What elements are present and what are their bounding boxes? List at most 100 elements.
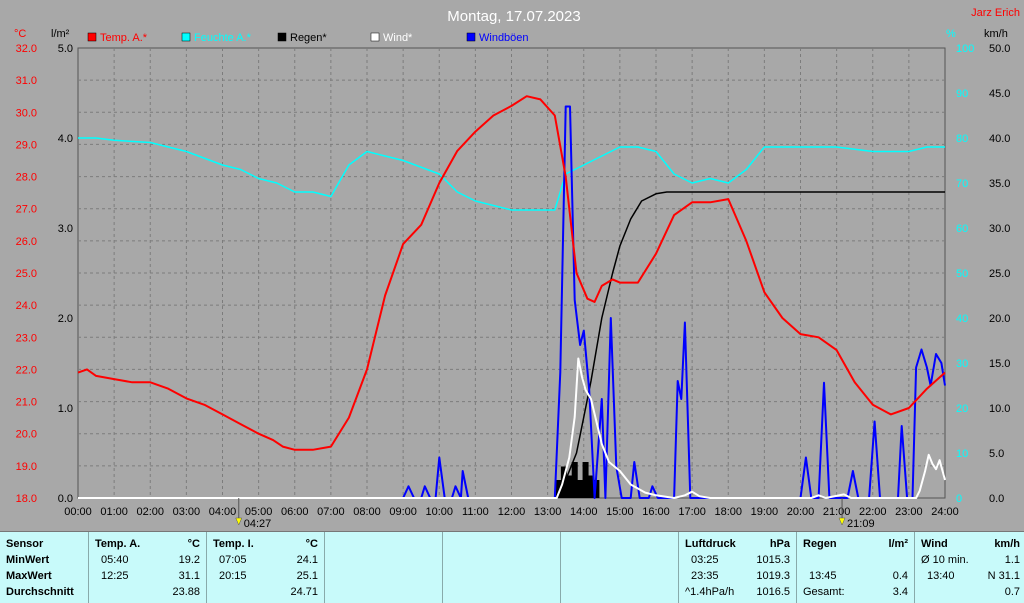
avg-label: Durchschnitt xyxy=(6,586,74,598)
humidity-tick-label: 0 xyxy=(956,493,962,505)
percent-unit-label: % xyxy=(946,28,956,40)
wind-max-time: 13:40 xyxy=(927,570,955,582)
legend-label: Feuchte A.* xyxy=(194,32,252,44)
rain-unit-label: l/m² xyxy=(51,28,70,40)
wind-column: Wind km/h Ø 10 min. 1.1 13:40 N 31.1 0.7 xyxy=(914,532,1024,603)
temp-a-header: Temp. A. xyxy=(95,538,141,550)
legend-swatch xyxy=(370,32,380,42)
temp-i-avg: 24.71 xyxy=(290,586,318,598)
legend-label: Windböen xyxy=(479,32,529,44)
time-tick-label: 06:00 xyxy=(281,506,309,518)
humidity-tick-label: 20 xyxy=(956,403,968,415)
wind-tick-label: 20.0 xyxy=(989,313,1010,325)
humidity-tick-label: 70 xyxy=(956,178,968,190)
time-tick-label: 02:00 xyxy=(136,506,164,518)
temp-tick-label: 20.0 xyxy=(16,429,37,441)
time-tick-label: 20:00 xyxy=(787,506,815,518)
pressure-unit: hPa xyxy=(769,538,790,550)
wind-tick-label: 50.0 xyxy=(989,43,1010,55)
time-tick-label: 11:00 xyxy=(462,506,489,518)
time-tick-label: 09:00 xyxy=(389,506,417,518)
rain-tick-label: 3.0 xyxy=(58,223,73,235)
wind-min-label: Ø 10 min. xyxy=(921,554,969,566)
sunrise-icon xyxy=(235,517,243,526)
legend-swatch xyxy=(181,32,191,42)
legend-swatch xyxy=(277,32,287,42)
time-tick-label: 14:00 xyxy=(570,506,598,518)
legend-label: Regen* xyxy=(290,32,327,44)
wind-max: N 31.1 xyxy=(987,570,1020,582)
wind-avg: 0.7 xyxy=(1004,586,1020,598)
chart-legend: Temp. A.* Feuchte A.* Regen* Wind* Windböen xyxy=(87,32,529,44)
humidity-tick-label: 30 xyxy=(956,358,968,370)
pressure-avg: 1016.5 xyxy=(756,586,790,598)
humidity-tick-label: 10 xyxy=(956,448,968,460)
rain-max: 0.4 xyxy=(892,570,908,582)
rain-tick-label: 0.0 xyxy=(58,493,73,505)
wind-unit: km/h xyxy=(994,538,1020,550)
wind-tick-label: 40.0 xyxy=(989,133,1010,145)
pressure-min-time: 03:25 xyxy=(691,554,719,566)
time-tick-label: 12:00 xyxy=(498,506,526,518)
rain-total-label: Gesamt: xyxy=(803,586,845,598)
time-tick-label: 17:00 xyxy=(678,506,706,518)
wind-tick-label: 45.0 xyxy=(989,88,1010,100)
humidity-tick-label: 90 xyxy=(956,88,968,100)
wind-tick-label: 35.0 xyxy=(989,178,1010,190)
temp-a-avg: 23.88 xyxy=(172,586,200,598)
empty-column-2 xyxy=(442,532,560,603)
temp-i-unit: °C xyxy=(305,538,318,550)
time-tick-label: 00:00 xyxy=(64,506,92,518)
empty-column-3 xyxy=(560,532,678,603)
wind-tick-label: 25.0 xyxy=(989,268,1010,280)
time-tick-label: 15:00 xyxy=(606,506,634,518)
sunset-time: 21:09 xyxy=(847,518,875,530)
min-label: MinWert xyxy=(6,554,50,566)
wind-tick-label: 5.0 xyxy=(989,448,1004,460)
wind-tick-label: 30.0 xyxy=(989,223,1010,235)
rain-tick-label: 2.0 xyxy=(58,313,73,325)
temp-tick-label: 23.0 xyxy=(16,332,37,344)
time-tick-label: 04:00 xyxy=(209,506,237,518)
temp-a-max-time: 12:25 xyxy=(101,570,129,582)
temp-i-max: 25.1 xyxy=(296,570,318,582)
rain-header: Regen xyxy=(803,538,837,550)
rain-max-time: 13:45 xyxy=(809,570,837,582)
sensor-header: Sensor xyxy=(6,538,44,550)
time-tick-label: 24:00 xyxy=(931,506,959,518)
temp-tick-label: 32.0 xyxy=(16,43,37,55)
time-tick-label: 07:00 xyxy=(317,506,345,518)
time-tick-label: 13:00 xyxy=(534,506,562,518)
temp-a-max: 31.1 xyxy=(178,570,200,582)
pressure-max: 1019.3 xyxy=(756,570,790,582)
temp-tick-label: 27.0 xyxy=(16,204,37,216)
temp-a-min: 19.2 xyxy=(178,554,200,566)
chart-title: Montag, 17.07.2023 xyxy=(447,8,580,25)
celsius-unit-label: °C xyxy=(14,28,26,40)
temp-tick-label: 25.0 xyxy=(16,268,37,280)
time-tick-label: 18:00 xyxy=(714,506,742,518)
rain-bar xyxy=(571,462,578,498)
time-tick-label: 03:00 xyxy=(173,506,201,518)
temp-i-min-time: 07:05 xyxy=(219,554,247,566)
temp-tick-label: 22.0 xyxy=(16,364,37,376)
time-tick-label: 10:00 xyxy=(425,506,453,518)
pressure-column: Luftdruck hPa 03:25 1015.3 23:35 1019.3 … xyxy=(678,532,796,603)
max-label: MaxWert xyxy=(6,570,52,582)
temp-tick-label: 28.0 xyxy=(16,172,37,184)
time-tick-label: 21:00 xyxy=(823,506,851,518)
time-tick-label: 23:00 xyxy=(895,506,923,518)
rain-column: Regen l/m² 13:45 0.4 Gesamt: 3.4 xyxy=(796,532,914,603)
pressure-header: Luftdruck xyxy=(685,538,736,550)
temp-tick-label: 29.0 xyxy=(16,139,37,151)
temp-i-column: Temp. I. °C 07:05 24.1 20:15 25.1 24.71 xyxy=(206,532,324,603)
time-tick-label: 01:00 xyxy=(100,506,128,518)
time-tick-label: 08:00 xyxy=(353,506,381,518)
humidity-tick-label: 80 xyxy=(956,133,968,145)
temp-i-header: Temp. I. xyxy=(213,538,254,550)
temp-i-max-time: 20:15 xyxy=(219,570,247,582)
temp-tick-label: 31.0 xyxy=(16,75,37,87)
temp-tick-label: 24.0 xyxy=(16,300,37,312)
legend-swatch xyxy=(87,32,97,42)
wind-header: Wind xyxy=(921,538,948,550)
